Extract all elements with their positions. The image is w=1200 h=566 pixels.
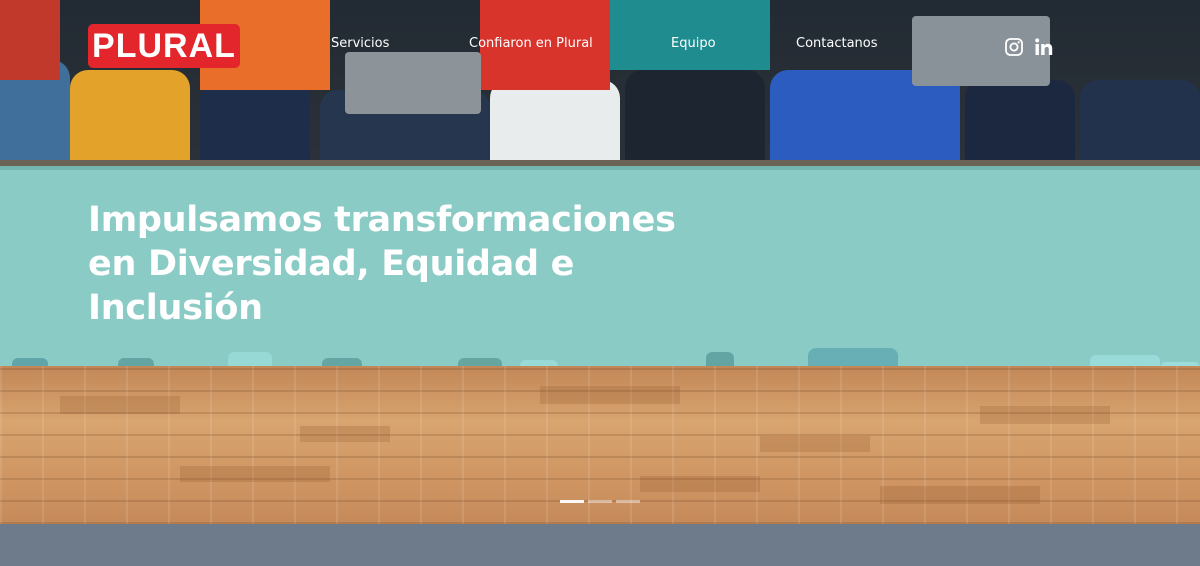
carousel-dot-3[interactable] (616, 500, 640, 503)
nav-confiaron-en-plural[interactable]: Confiaron en Plural (469, 36, 593, 51)
linkedin-icon[interactable] (1034, 37, 1054, 57)
carousel-dot-2[interactable] (588, 500, 612, 503)
carousel-dot-1[interactable] (560, 500, 584, 503)
hero-headline-line-3: Inclusión (88, 288, 263, 328)
hero-headline-line-2: en Diversidad, Equidad e (88, 244, 575, 284)
hero-headline: Impulsamos transformaciones en Diversida… (88, 198, 728, 330)
nav-equipo[interactable]: Equipo (671, 36, 716, 51)
hero-headline-line-1: Impulsamos transformaciones (88, 200, 676, 240)
hero-banner: Impulsamos transformaciones en Diversida… (0, 0, 1200, 524)
nav-contactanos[interactable]: Contactanos (796, 36, 878, 51)
section-divider-bar (0, 524, 1200, 566)
instagram-icon[interactable] (1004, 37, 1024, 57)
nav-servicios[interactable]: Servicios (331, 36, 389, 51)
